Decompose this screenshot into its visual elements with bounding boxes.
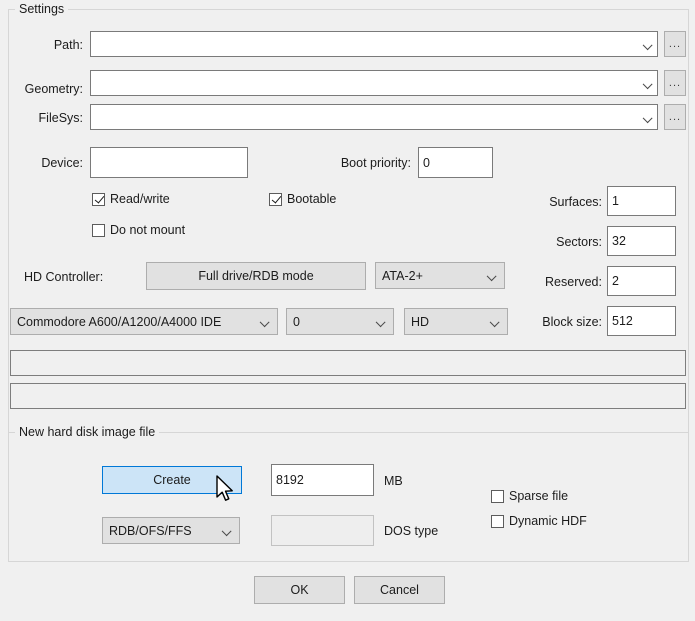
device-input[interactable]	[90, 147, 248, 178]
controller-type-chevron-down-icon[interactable]	[485, 309, 505, 334]
ata-mode-combobox[interactable]: ATA-2+	[375, 262, 505, 289]
filesys-browse-button[interactable]: ...	[664, 104, 686, 130]
full-drive-rdb-mode-button[interactable]: Full drive/RDB mode	[146, 262, 366, 290]
hd-controller-label: HD Controller:	[24, 270, 104, 284]
dynamic-hdf-checkbox-row[interactable]: Dynamic HDF	[491, 514, 587, 528]
surfaces-label: Surfaces:	[549, 195, 602, 209]
cancel-button-label: Cancel	[380, 583, 419, 597]
dostype-label: DOS type	[384, 524, 439, 538]
hard-drive-settings-dialog: Settings Path: ... Geometry: ... FileSys…	[0, 0, 695, 621]
boot-priority-input[interactable]: 0	[418, 147, 493, 178]
donotmount-checkbox-row[interactable]: Do not mount	[92, 223, 185, 237]
controller-unit-chevron-down-icon[interactable]	[371, 309, 391, 334]
blocksize-input[interactable]: 512	[607, 306, 676, 336]
path-label: Path:	[53, 38, 83, 52]
device-label: Device:	[41, 156, 83, 170]
ellipsis-icon: ...	[668, 38, 682, 50]
sparse-file-label: Sparse file	[509, 489, 569, 503]
filesystem-chevron-down-icon[interactable]	[217, 518, 237, 543]
controller-unit-value: 0	[293, 314, 300, 329]
geometry-browse-button[interactable]: ...	[664, 70, 686, 96]
bootable-label: Bootable	[287, 192, 337, 206]
ellipsis-icon: ...	[668, 77, 682, 89]
controller-unit-combobox[interactable]: 0	[286, 308, 394, 335]
filesystem-combobox[interactable]: RDB/OFS/FFS	[102, 517, 240, 544]
info-bar-primary	[10, 350, 686, 376]
sectors-value: 32	[612, 234, 626, 248]
create-button-label: Create	[153, 473, 191, 487]
controller-type-value: HD	[411, 314, 430, 329]
ellipsis-icon: ...	[668, 111, 682, 123]
image-size-value: 8192	[276, 473, 304, 487]
full-drive-rdb-mode-label: Full drive/RDB mode	[198, 269, 314, 283]
controller-value: Commodore A600/A1200/A4000 IDE	[17, 314, 222, 329]
geometry-chevron-down-icon[interactable]	[638, 71, 657, 95]
create-button[interactable]: Create	[102, 466, 242, 494]
controller-combobox[interactable]: Commodore A600/A1200/A4000 IDE	[10, 308, 278, 335]
filesystem-value: RDB/OFS/FFS	[109, 523, 192, 538]
readwrite-checkbox[interactable]	[92, 192, 105, 206]
ok-button-label: OK	[290, 583, 309, 597]
bootable-checkbox-row[interactable]: Bootable	[269, 192, 336, 206]
surfaces-input[interactable]: 1	[607, 186, 676, 216]
ok-button[interactable]: OK	[254, 576, 345, 604]
ata-mode-value: ATA-2+	[382, 268, 423, 283]
cancel-button[interactable]: Cancel	[354, 576, 445, 604]
boot-priority-label: Boot priority:	[340, 156, 411, 170]
ata-mode-chevron-down-icon[interactable]	[482, 263, 502, 288]
reserved-input[interactable]: 2	[607, 266, 676, 296]
readwrite-label: Read/write	[110, 192, 170, 206]
geometry-label: Geometry:	[24, 82, 83, 96]
settings-group-title: Settings	[15, 2, 69, 16]
donotmount-checkbox[interactable]	[92, 223, 105, 237]
info-bar-secondary	[10, 383, 686, 409]
filesys-chevron-down-icon[interactable]	[638, 105, 657, 129]
dynamic-hdf-label: Dynamic HDF	[509, 514, 587, 528]
sectors-input[interactable]: 32	[607, 226, 676, 256]
readwrite-checkbox-row[interactable]: Read/write	[92, 192, 170, 206]
dostype-input[interactable]	[271, 515, 374, 546]
filesys-combobox[interactable]	[90, 104, 658, 130]
sparse-file-checkbox-row[interactable]: Sparse file	[491, 489, 568, 503]
image-size-input[interactable]: 8192	[271, 464, 374, 496]
blocksize-value: 512	[612, 314, 633, 328]
bootable-checkbox[interactable]	[269, 192, 282, 206]
size-unit-label: MB	[384, 474, 403, 488]
sectors-label: Sectors:	[556, 235, 602, 249]
reserved-value: 2	[612, 274, 619, 288]
path-browse-button[interactable]: ...	[664, 31, 686, 57]
dynamic-hdf-checkbox[interactable]	[491, 514, 504, 528]
donotmount-label: Do not mount	[110, 223, 186, 237]
geometry-combobox[interactable]	[90, 70, 658, 96]
new-image-group-title: New hard disk image file	[15, 425, 160, 439]
path-combobox[interactable]	[90, 31, 658, 57]
boot-priority-value: 0	[423, 155, 430, 170]
filesys-label: FileSys:	[38, 111, 83, 125]
surfaces-value: 1	[612, 194, 619, 208]
controller-type-combobox[interactable]: HD	[404, 308, 508, 335]
controller-chevron-down-icon[interactable]	[255, 309, 275, 334]
path-chevron-down-icon[interactable]	[638, 32, 657, 56]
sparse-file-checkbox[interactable]	[491, 489, 504, 503]
